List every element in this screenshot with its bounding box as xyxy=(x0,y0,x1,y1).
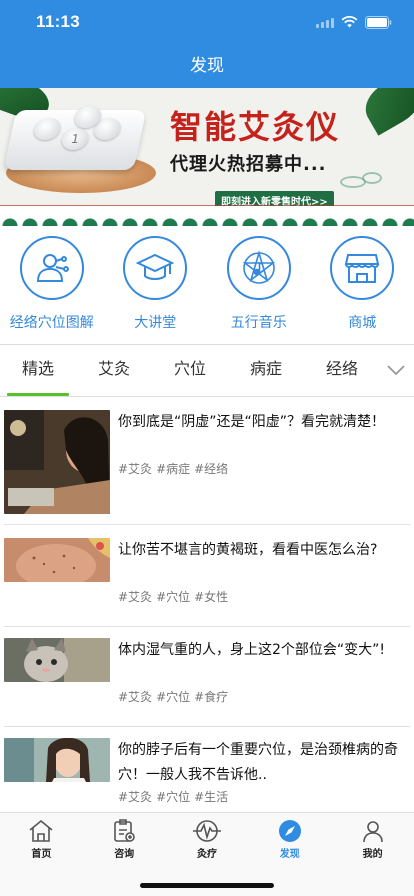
tag[interactable]: #经络 xyxy=(194,462,228,476)
entry-label: 经络穴位图解 xyxy=(9,315,94,331)
tabbar-label: 灸疗 xyxy=(196,849,217,860)
article-title: 你到底是“阴虚”还是“阳虚”？看完就清楚！ xyxy=(118,414,386,430)
quick-entries: 经络穴位图解 大讲堂 五行音乐 商城 xyxy=(0,230,414,342)
article-thumbnail xyxy=(4,638,110,682)
tab-featured[interactable]: 精选 xyxy=(0,346,76,396)
tabbar-item-therapy[interactable]: 灸疗 xyxy=(166,813,249,862)
banner-subline: 代理火热招募中... xyxy=(170,154,327,175)
status-bar: 11:13 xyxy=(0,0,414,44)
pulse-icon xyxy=(192,820,221,842)
tag[interactable]: #艾灸 xyxy=(118,590,152,604)
divider xyxy=(0,396,414,397)
article-title: 让你苦不堪言的黄褐斑，看看中医怎么治? xyxy=(118,542,378,558)
divider xyxy=(0,344,414,345)
status-time: 11:13 xyxy=(36,12,81,31)
tabbar-label: 我的 xyxy=(362,849,383,860)
tabbar-item-profile[interactable]: 我的 xyxy=(331,813,414,862)
tabbar-item-discover[interactable]: 发现 xyxy=(248,813,331,862)
chevron-down-icon[interactable] xyxy=(386,360,406,380)
music-star-icon xyxy=(226,236,291,300)
compass-icon xyxy=(278,820,301,842)
device-button xyxy=(32,118,63,140)
banner-headline: 智能艾灸仪 xyxy=(170,108,341,146)
list-item[interactable]: 你到底是“阴虚”还是“阳虚”？看完就清楚！ #艾灸 #病症 #经络 xyxy=(0,410,414,525)
tab-symptoms[interactable]: 病症 xyxy=(228,346,304,396)
device-button-label: 1 xyxy=(69,132,81,146)
banner-tile-pattern xyxy=(0,206,414,226)
list-item[interactable]: 体内湿气重的人，身上这2个部位会“变大”! #艾灸 #穴位 #食疗 xyxy=(0,638,414,727)
tag[interactable]: #穴位 xyxy=(156,590,190,604)
tag[interactable]: #女性 xyxy=(194,590,228,604)
wifi-icon xyxy=(341,16,358,28)
page-title: 发现 xyxy=(190,56,224,76)
status-icons xyxy=(316,14,392,30)
promo-banner[interactable]: 1 智能艾灸仪 代理火热招募中... 即刻进入新零售时代>> xyxy=(0,88,414,226)
consult-clipboard-icon xyxy=(114,819,135,842)
tabbar-item-home[interactable]: 首页 xyxy=(0,813,83,862)
entry-label: 大讲堂 xyxy=(134,315,177,331)
device-button: 1 xyxy=(59,128,91,150)
article-thumbnail xyxy=(4,410,110,514)
article-thumbnail xyxy=(4,738,110,782)
article-title: 体内湿气重的人，身上这2个部位会“变大”! xyxy=(118,642,386,658)
list-item[interactable]: 让你苦不堪言的黄褐斑，看看中医怎么治? #艾灸 #穴位 #女性 xyxy=(0,538,414,627)
entry-label: 五行音乐 xyxy=(230,315,287,331)
tag[interactable]: #艾灸 xyxy=(118,790,152,804)
entry-store[interactable]: 商城 xyxy=(311,230,414,342)
nav-bar: 发现 xyxy=(0,44,414,88)
tab-meridians[interactable]: 经络 xyxy=(304,346,380,396)
category-tabs: 精选 艾灸 穴位 病症 经络 xyxy=(0,346,414,396)
tabbar-label: 首页 xyxy=(31,849,52,860)
tabbar-label: 咨询 xyxy=(114,849,135,860)
tab-moxibustion[interactable]: 艾灸 xyxy=(76,346,152,396)
article-tags: #艾灸 #穴位 #女性 xyxy=(118,588,232,605)
divider xyxy=(4,726,410,727)
article-thumbnail xyxy=(4,538,110,582)
meridian-person-icon xyxy=(19,236,84,300)
cellular-signal-icon xyxy=(316,17,334,28)
article-tags: #艾灸 #病症 #经络 xyxy=(118,460,232,477)
entry-lecture-hall[interactable]: 大讲堂 xyxy=(104,230,208,342)
moxibustion-device-image: 1 xyxy=(3,106,147,170)
home-icon xyxy=(29,819,53,842)
tag[interactable]: #食疗 xyxy=(194,690,228,704)
tag[interactable]: #穴位 xyxy=(156,790,190,804)
entry-five-element-music[interactable]: 五行音乐 xyxy=(207,230,311,342)
article-tags: #艾灸 #穴位 #生活 xyxy=(118,788,232,805)
graduation-cap-icon xyxy=(123,236,188,300)
tag[interactable]: #生活 xyxy=(194,790,228,804)
bottom-tab-bar: 首页 咨询 灸疗 发现 我的 xyxy=(0,812,414,862)
article-title: 你的脖子后有一个重要穴位，是治颈椎病的奇穴！一般人我不告诉他.. xyxy=(118,742,398,783)
tag[interactable]: #穴位 xyxy=(156,690,190,704)
home-indicator[interactable] xyxy=(140,883,274,888)
tabbar-item-consult[interactable]: 咨询 xyxy=(83,813,166,862)
person-icon xyxy=(362,821,383,843)
list-item[interactable]: 你的脖子后有一个重要穴位，是治颈椎病的奇穴！一般人我不告诉他.. #艾灸 #穴位 #… xyxy=(0,738,414,810)
tabbar-label: 发现 xyxy=(279,849,300,860)
tag[interactable]: #艾灸 xyxy=(118,462,152,476)
article-tags: #艾灸 #穴位 #食疗 xyxy=(118,688,232,705)
tab-acupoints[interactable]: 穴位 xyxy=(152,346,228,396)
entry-label: 商城 xyxy=(348,315,377,331)
cloud-decoration xyxy=(362,172,382,184)
home-indicator-area xyxy=(0,862,414,896)
store-icon xyxy=(330,236,395,300)
entry-meridian-diagram[interactable]: 经络穴位图解 xyxy=(0,230,104,342)
tag[interactable]: #病症 xyxy=(156,462,190,476)
tag[interactable]: #艾灸 xyxy=(118,690,152,704)
leaf-decoration xyxy=(357,88,414,136)
battery-icon xyxy=(365,15,392,29)
divider xyxy=(4,626,410,627)
divider xyxy=(4,524,410,525)
